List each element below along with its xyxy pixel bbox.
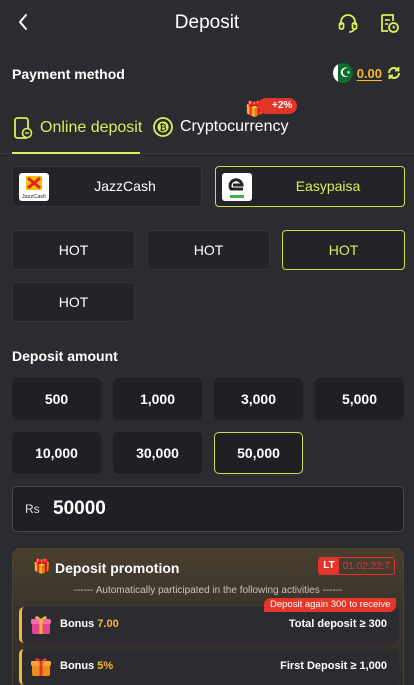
svg-text:JazzCash: JazzCash: [22, 194, 46, 200]
currency-label: Rs: [25, 502, 40, 516]
method-jazzcash[interactable]: JazzCash JazzCash: [12, 166, 202, 207]
amount-input-box: Rs: [12, 486, 404, 532]
amount-option[interactable]: 30,000: [113, 432, 202, 474]
refresh-icon[interactable]: [386, 65, 402, 81]
amount-option[interactable]: 10,000: [12, 432, 101, 474]
gift-box-icon: [31, 658, 51, 676]
svg-text:₿: ₿: [159, 123, 166, 133]
easypaisa-logo-icon: [222, 173, 252, 201]
channel-option[interactable]: HOT: [12, 282, 135, 322]
bonus-label: Bonus 5%: [60, 660, 114, 672]
method-easypaisa[interactable]: Easypaisa: [215, 166, 405, 207]
gift-box-icon: [31, 616, 51, 634]
countdown-timer: 01:02:22:7: [342, 560, 390, 572]
payment-method-row: Payment method ☪ 0.00: [12, 60, 402, 88]
records-icon[interactable]: [378, 12, 400, 34]
pakistan-flag-icon: ☪: [332, 63, 353, 83]
balance-value: 0.00: [356, 65, 382, 81]
promotion-subtitle: ------ Automatically participated in the…: [73, 585, 343, 596]
gift-icon: 🎁: [33, 558, 51, 574]
tab-cryptocurrency-label: Cryptocurrency: [180, 118, 289, 135]
top-bar: Deposit: [0, 0, 414, 48]
channel-option[interactable]: HOT: [12, 230, 135, 270]
deposit-promotion-panel: 🎁 Deposit promotion LT 01:02:22:7 ------…: [12, 548, 404, 685]
phone-icon: [14, 117, 33, 139]
limited-time-tag: LT: [319, 558, 339, 574]
bonus-condition: First Deposit ≥ 1,000: [280, 660, 387, 672]
bonus-value: 7.00: [97, 618, 119, 630]
deposit-again-tag: Deposit again 300 to receive: [264, 598, 397, 612]
method-easypaisa-label: Easypaisa: [295, 178, 361, 194]
amount-input[interactable]: [53, 498, 373, 520]
channel-option[interactable]: HOT: [282, 230, 405, 270]
amount-option[interactable]: 1,000: [113, 378, 202, 420]
tab-online-deposit-label: Online deposit: [40, 119, 143, 136]
payment-method-label: Payment method: [12, 66, 125, 82]
bonus-label: Bonus 7.00: [60, 618, 119, 630]
amount-option-selected[interactable]: 50,000: [214, 432, 303, 474]
headset-support-icon[interactable]: [337, 12, 359, 34]
limited-time-timer: LT 01:02:22:7: [318, 557, 395, 575]
tab-online-deposit[interactable]: Online deposit: [12, 116, 142, 140]
crypto-coin-icon: ₿: [153, 117, 173, 137]
active-tab-underline: [12, 152, 140, 154]
bonus-value: 5%: [97, 660, 114, 672]
deposit-type-tabs: Online deposit ₿ Cryptocurrency: [0, 108, 414, 154]
balance-display: ☪ 0.00: [332, 63, 402, 83]
bonus-row[interactable]: Bonus 7.00 Total deposit ≥ 300: [19, 607, 399, 643]
crypto-bonus-badge: +2%: [258, 98, 298, 114]
tab-cryptocurrency[interactable]: ₿ Cryptocurrency: [152, 116, 288, 138]
jazzcash-logo-icon: JazzCash: [19, 173, 49, 201]
bonus-condition: Total deposit ≥ 300: [288, 618, 387, 630]
method-jazzcash-label: JazzCash: [94, 178, 156, 194]
amount-option[interactable]: 5,000: [315, 378, 404, 420]
amount-option[interactable]: 500: [12, 378, 101, 420]
deposit-amount-label: Deposit amount: [12, 348, 118, 364]
promotion-title: Deposit promotion: [55, 560, 180, 576]
amount-option[interactable]: 3,000: [214, 378, 303, 420]
channel-option[interactable]: HOT: [147, 230, 270, 270]
bonus-row[interactable]: Bonus 5% First Deposit ≥ 1,000: [19, 649, 399, 685]
